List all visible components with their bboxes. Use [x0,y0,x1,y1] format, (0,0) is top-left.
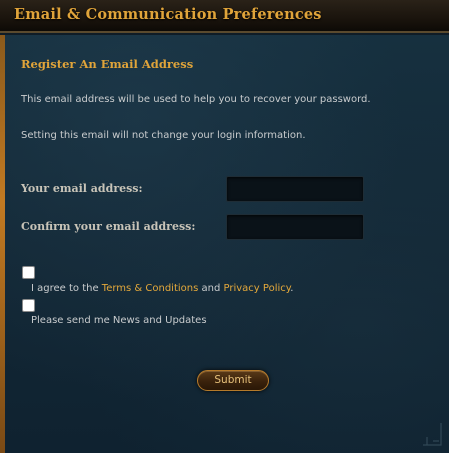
agree-suffix: . [290,283,294,294]
left-rail-decoration [0,35,5,453]
email-field[interactable] [226,176,364,202]
corner-ornament-icon [423,423,442,446]
agree-middle: and [198,283,224,294]
terms-conditions-link[interactable]: Terms & Conditions [102,283,199,294]
newsletter-label: Please send me News and Updates [31,315,207,326]
section-heading: Register An Email Address [21,57,194,71]
submit-button[interactable]: Submit [197,370,269,391]
info-text-recovery: This email address will be used to help … [21,94,371,105]
window-title: Email & Communication Preferences [14,6,322,23]
agree-terms-checkbox[interactable] [22,266,35,279]
confirm-email-label: Confirm your email address: [21,220,196,233]
agree-prefix: I agree to the [31,283,102,294]
privacy-policy-link[interactable]: Privacy Policy [224,283,291,294]
agree-terms-text: I agree to the Terms & Conditions and Pr… [31,283,293,294]
info-text-login: Setting this email will not change your … [21,130,306,141]
title-bar: Email & Communication Preferences [0,0,449,33]
newsletter-checkbox[interactable] [22,299,35,312]
email-label: Your email address: [21,182,143,195]
confirm-email-field[interactable] [226,214,364,240]
